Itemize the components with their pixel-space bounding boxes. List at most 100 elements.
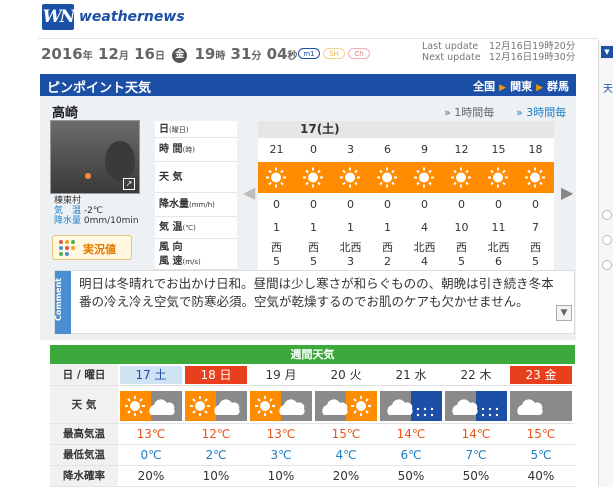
precip-cell: 0 xyxy=(532,198,539,211)
wind-speed: 5 xyxy=(532,255,539,268)
pinpoint-panel: 高崎 » 1時間毎 » 3時間毎 ↗ 棟東村 気 温 -2℃ 降水量 0mm/1… xyxy=(40,96,576,340)
row-label-precip: 降水量(mm/h) xyxy=(155,193,237,217)
breadcrumb: 全国 ▶ 関東 ▶ 群馬 xyxy=(473,80,569,93)
weekly-date: 17 土 xyxy=(120,366,182,384)
sidebar-label: 天 xyxy=(603,84,613,95)
next-arrow-icon[interactable]: ▶ xyxy=(561,183,573,202)
hour-cell: 0 xyxy=(310,143,317,156)
pop-cell: 50% xyxy=(397,469,425,483)
step-1h-link[interactable]: » 1時間毎 xyxy=(444,104,494,120)
row-label-weather: 天 気 xyxy=(155,162,237,193)
right-sidebar: ▼ 天 xyxy=(598,40,613,487)
pop-row-label: 降水確率 xyxy=(50,466,118,486)
pinpoint-header: ピンポイント天気 全国 ▶ 関東 ▶ 群馬 xyxy=(40,74,576,96)
wind-direction: 西 xyxy=(530,241,541,254)
weekly-date: 22 木 xyxy=(445,366,507,384)
row-label-temp: 気 温(℃) xyxy=(155,217,237,239)
sun-icon xyxy=(525,167,545,188)
breadcrumb-gunma[interactable]: 群馬 xyxy=(547,80,569,93)
weather-row-label: 天 気 xyxy=(50,386,118,423)
weekly-weekday: 火 xyxy=(349,368,362,382)
weekly-day-number: 21 xyxy=(395,368,415,382)
radio-icon[interactable] xyxy=(602,235,612,245)
precip-cell: 0 xyxy=(458,198,465,211)
logo-icon[interactable]: WN xyxy=(42,4,75,30)
step-3h-link[interactable]: » 3時間毎 xyxy=(516,104,566,120)
cloud-rain-icon xyxy=(445,391,507,421)
row-label-day: 日(曜日) xyxy=(155,121,237,138)
comment-text: 明日は冬晴れでお出かけ日和。昼間は少し寒さが和らぐものの、朝晩は引き続き冬本番の… xyxy=(79,276,554,309)
wind-direction: 西 xyxy=(271,241,282,254)
radio-icon[interactable] xyxy=(602,210,612,220)
min-temp-cell: 0℃ xyxy=(140,448,162,462)
max-temp-cell: 15℃ xyxy=(331,427,361,441)
row-label-wind: 風 向風 速(m/s) xyxy=(155,239,237,270)
min-temp-cell: 5℃ xyxy=(530,448,552,462)
breadcrumb-zenkoku[interactable]: 全国 xyxy=(473,80,495,93)
max-temp-cell: 13℃ xyxy=(136,427,166,441)
expand-icon[interactable]: ↗ xyxy=(123,178,135,190)
temp-cell: 1 xyxy=(273,221,280,234)
max-temp-cell: 14℃ xyxy=(396,427,426,441)
wind-cell: 西5 xyxy=(258,239,295,269)
weekly-day-number: 17 xyxy=(135,368,155,382)
hour-cell: 6 xyxy=(384,143,391,156)
badge-sh[interactable]: SH xyxy=(323,48,345,59)
wind-speed: 4 xyxy=(421,255,428,268)
precip-cell: 0 xyxy=(347,198,354,211)
temp-cell: 1 xyxy=(310,221,317,234)
temp-cell: 10 xyxy=(454,221,469,234)
wind-row: 西 5 西 5 北西 3 西 2 北西 4 西 5 北西 6 西 5 xyxy=(258,239,554,270)
weekly-date: 19 月 xyxy=(250,366,312,384)
precip-cell: 0 xyxy=(273,198,280,211)
prev-arrow-icon[interactable]: ◀ xyxy=(243,183,255,202)
weekly-date: 18 日 xyxy=(185,366,247,384)
weekly-day-number: 18 xyxy=(200,368,220,382)
update-times: Last update 12月16日19時20分 Next update 12月16… xyxy=(422,41,576,63)
weekly-weekday: 日 xyxy=(219,368,232,382)
sun-icon xyxy=(377,167,397,188)
weekly-day-number: 19 xyxy=(265,368,285,382)
brand-name[interactable]: weathernews xyxy=(79,9,185,25)
min-temp-row: 最低気温 0℃ 2℃ 3℃ 4℃ 6℃ 7℃ 5℃ xyxy=(50,445,575,466)
wind-direction: 北西 xyxy=(339,241,362,254)
live-camera-image[interactable]: ↗ xyxy=(50,120,140,194)
sun-cloud-icon xyxy=(120,391,182,421)
weekly-date: 20 火 xyxy=(315,366,377,384)
temp-cell: 1 xyxy=(347,221,354,234)
scroll-down-icon[interactable]: ▼ xyxy=(556,305,572,321)
temp-cell: 7 xyxy=(532,221,539,234)
min-temp-cell: 6℃ xyxy=(400,448,422,462)
date-row: 日 / 曜日 17 土 18 日 19 月 20 火 21 水 22 木 23 金 xyxy=(50,364,575,386)
precip-row: 0 0 0 0 0 0 0 0 xyxy=(258,193,554,217)
wind-speed: 5 xyxy=(310,255,317,268)
pop-cell: 20% xyxy=(332,469,360,483)
badge-ch[interactable]: Ch xyxy=(348,48,370,59)
wind-speed: 5 xyxy=(458,255,465,268)
hour-cell: 21 xyxy=(269,143,284,156)
weekly-weekday: 土 xyxy=(154,368,167,382)
radio-icon[interactable] xyxy=(602,260,612,270)
temp-cell: 11 xyxy=(491,221,506,234)
pop-cell: 20% xyxy=(137,469,165,483)
weekly-day-number: 22 xyxy=(460,368,480,382)
max-temp-cell: 15℃ xyxy=(526,427,556,441)
forecast-day: 17(土) xyxy=(258,121,554,138)
wind-direction: 西 xyxy=(382,241,393,254)
weekly-day-number: 23 xyxy=(525,368,545,382)
wind-direction: 西 xyxy=(308,241,319,254)
observed-values-button[interactable]: 実況値 xyxy=(52,235,132,260)
sun-icon xyxy=(451,167,471,188)
wind-cell: 西5 xyxy=(443,239,480,269)
min-temp-cell: 2℃ xyxy=(205,448,227,462)
weather-row: 天 気 xyxy=(50,386,575,424)
hour-cell: 18 xyxy=(528,143,543,156)
observation-info: 棟東村 気 温 -2℃ 降水量 0mm/10min xyxy=(54,196,139,226)
min-temp-row-label: 最低気温 xyxy=(50,445,118,465)
weekly-weekday: 水 xyxy=(414,368,427,382)
sun-icon xyxy=(414,167,434,188)
dropdown-icon[interactable]: ▼ xyxy=(601,46,613,58)
date-time-bar: 2016年 12月 16日 金 19時 31分 04秒 m1 SH Ch Las… xyxy=(38,38,598,68)
badge-m1[interactable]: m1 xyxy=(298,48,320,59)
breadcrumb-kanto[interactable]: 関東 xyxy=(510,80,532,93)
